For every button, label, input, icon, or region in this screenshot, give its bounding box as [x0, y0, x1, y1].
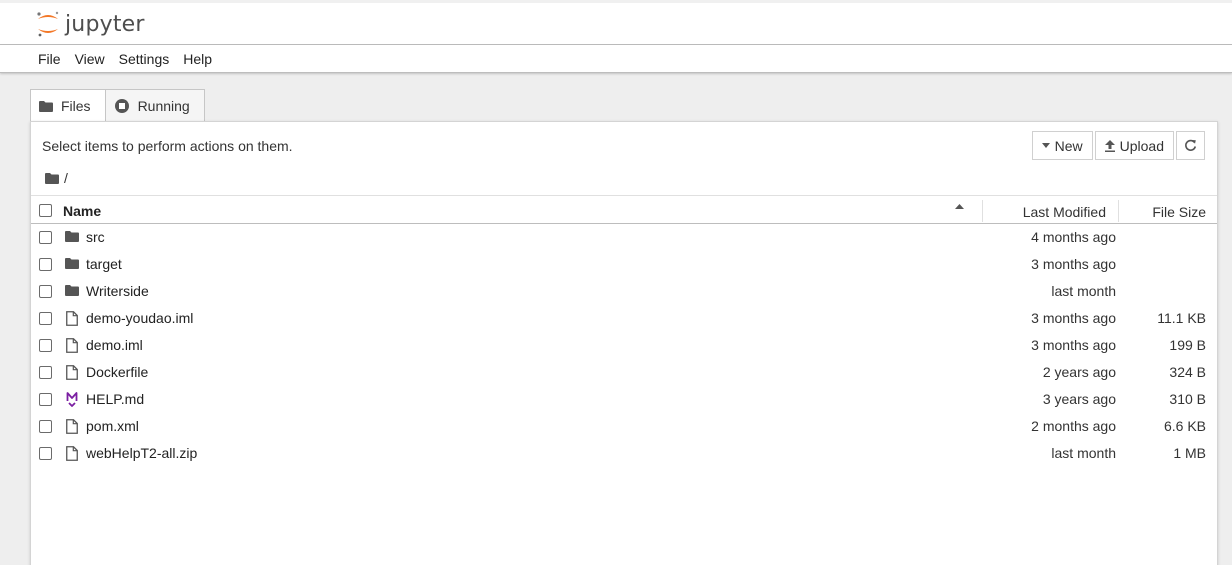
selection-hint: Select items to perform actions on them. [42, 138, 293, 154]
menu-view[interactable]: View [68, 51, 112, 67]
breadcrumb-home-folder-icon[interactable] [45, 172, 59, 184]
tab-files[interactable]: Files [30, 89, 106, 122]
tab-running[interactable]: Running [105, 89, 205, 122]
file-row-demo-youdao-iml[interactable]: demo-youdao.iml 3 months ago 11.1 KB [31, 305, 1217, 332]
file-row-help-md[interactable]: HELP.md 3 years ago 310 B [31, 386, 1217, 413]
file-name: pom.xml [86, 418, 139, 434]
file-name: demo.iml [86, 337, 143, 353]
tab-bar: Files Running [30, 89, 205, 122]
folder-icon [39, 100, 53, 112]
menu-help[interactable]: Help [176, 51, 219, 67]
caret-down-icon [1041, 143, 1050, 148]
menu-file[interactable]: File [31, 51, 68, 67]
file-name: demo-youdao.iml [86, 310, 194, 326]
sort-ascending-icon [955, 204, 964, 209]
column-header-file-size[interactable]: File Size [1152, 204, 1206, 220]
file-modified: 3 months ago [1031, 337, 1116, 353]
file-icon [66, 338, 78, 353]
file-name: HELP.md [86, 391, 145, 407]
file-modified: last month [1051, 283, 1116, 299]
file-icon [66, 446, 78, 461]
top-bar: jupyter [0, 0, 1232, 45]
file-row-dockerfile[interactable]: Dockerfile 2 years ago 324 B [31, 359, 1217, 386]
tab-files-label: Files [61, 98, 91, 114]
file-row-pom-xml[interactable]: pom.xml 2 months ago 6.6 KB [31, 413, 1217, 440]
file-modified: 2 months ago [1031, 418, 1116, 434]
stop-circle-icon [114, 98, 130, 114]
file-icon [66, 311, 78, 326]
breadcrumb: / [45, 170, 68, 186]
file-name: Writerside [86, 283, 149, 299]
file-modified: 3 months ago [1031, 256, 1116, 272]
row-checkbox[interactable] [39, 258, 52, 271]
folder-icon [65, 285, 79, 296]
upload-icon [1104, 139, 1115, 152]
file-modified: last month [1051, 445, 1116, 461]
column-divider[interactable] [982, 200, 983, 222]
file-size: 324 B [1169, 364, 1206, 380]
row-checkbox[interactable] [39, 447, 52, 460]
refresh-icon [1184, 139, 1197, 152]
file-size: 310 B [1169, 391, 1206, 407]
file-row-target[interactable]: target 3 months ago [31, 251, 1217, 278]
row-checkbox[interactable] [39, 231, 52, 244]
refresh-button[interactable] [1176, 131, 1205, 160]
select-all-checkbox[interactable] [39, 204, 52, 217]
menu-bar: File View Settings Help [0, 45, 1232, 73]
file-row-webhelpt2-all-zip[interactable]: webHelpT2-all.zip last month 1 MB [31, 440, 1217, 467]
row-checkbox[interactable] [39, 285, 52, 298]
file-name: src [86, 229, 105, 245]
file-browser-panel: Select items to perform actions on them.… [30, 121, 1218, 565]
new-button-label: New [1054, 137, 1083, 154]
file-size: 11.1 KB [1157, 310, 1206, 326]
file-modified: 4 months ago [1031, 229, 1116, 245]
markdown-icon [66, 391, 78, 407]
column-header-name[interactable]: Name [63, 203, 101, 219]
folder-icon [65, 231, 79, 242]
file-modified: 3 months ago [1031, 310, 1116, 326]
column-divider[interactable] [1118, 200, 1119, 222]
jupyter-logo-text: jupyter [65, 11, 145, 37]
row-checkbox[interactable] [39, 393, 52, 406]
jupyter-logo-icon [35, 9, 61, 39]
upload-button[interactable]: Upload [1094, 131, 1174, 160]
tab-running-label: Running [137, 98, 190, 114]
row-checkbox[interactable] [39, 312, 52, 325]
file-row-demo-iml[interactable]: demo.iml 3 months ago 199 B [31, 332, 1217, 359]
file-row-writerside[interactable]: Writerside last month [31, 278, 1217, 305]
upload-button-label: Upload [1119, 137, 1164, 154]
breadcrumb-path[interactable]: / [64, 170, 68, 186]
column-header-last-modified[interactable]: Last Modified [1023, 204, 1106, 220]
file-size: 6.6 KB [1163, 418, 1206, 434]
row-checkbox[interactable] [39, 339, 52, 352]
file-size: 1 MB [1173, 445, 1206, 461]
file-name: Dockerfile [86, 364, 149, 380]
file-toolbar: New Upload [1031, 131, 1205, 160]
folder-icon [65, 258, 79, 269]
file-name: webHelpT2-all.zip [86, 445, 198, 461]
file-name: target [86, 256, 122, 272]
file-list-header: Name Last Modified File Size [31, 195, 1217, 224]
row-checkbox[interactable] [39, 420, 52, 433]
file-icon [66, 365, 78, 380]
file-modified: 2 years ago [1042, 364, 1116, 380]
file-row-src[interactable]: src 4 months ago [31, 224, 1217, 251]
new-button[interactable]: New [1031, 131, 1093, 160]
file-modified: 3 years ago [1042, 391, 1116, 407]
file-size: 199 B [1169, 337, 1206, 353]
row-checkbox[interactable] [39, 366, 52, 379]
menu-settings[interactable]: Settings [112, 51, 177, 67]
file-icon [66, 419, 78, 434]
jupyter-logo[interactable]: jupyter [35, 9, 145, 39]
